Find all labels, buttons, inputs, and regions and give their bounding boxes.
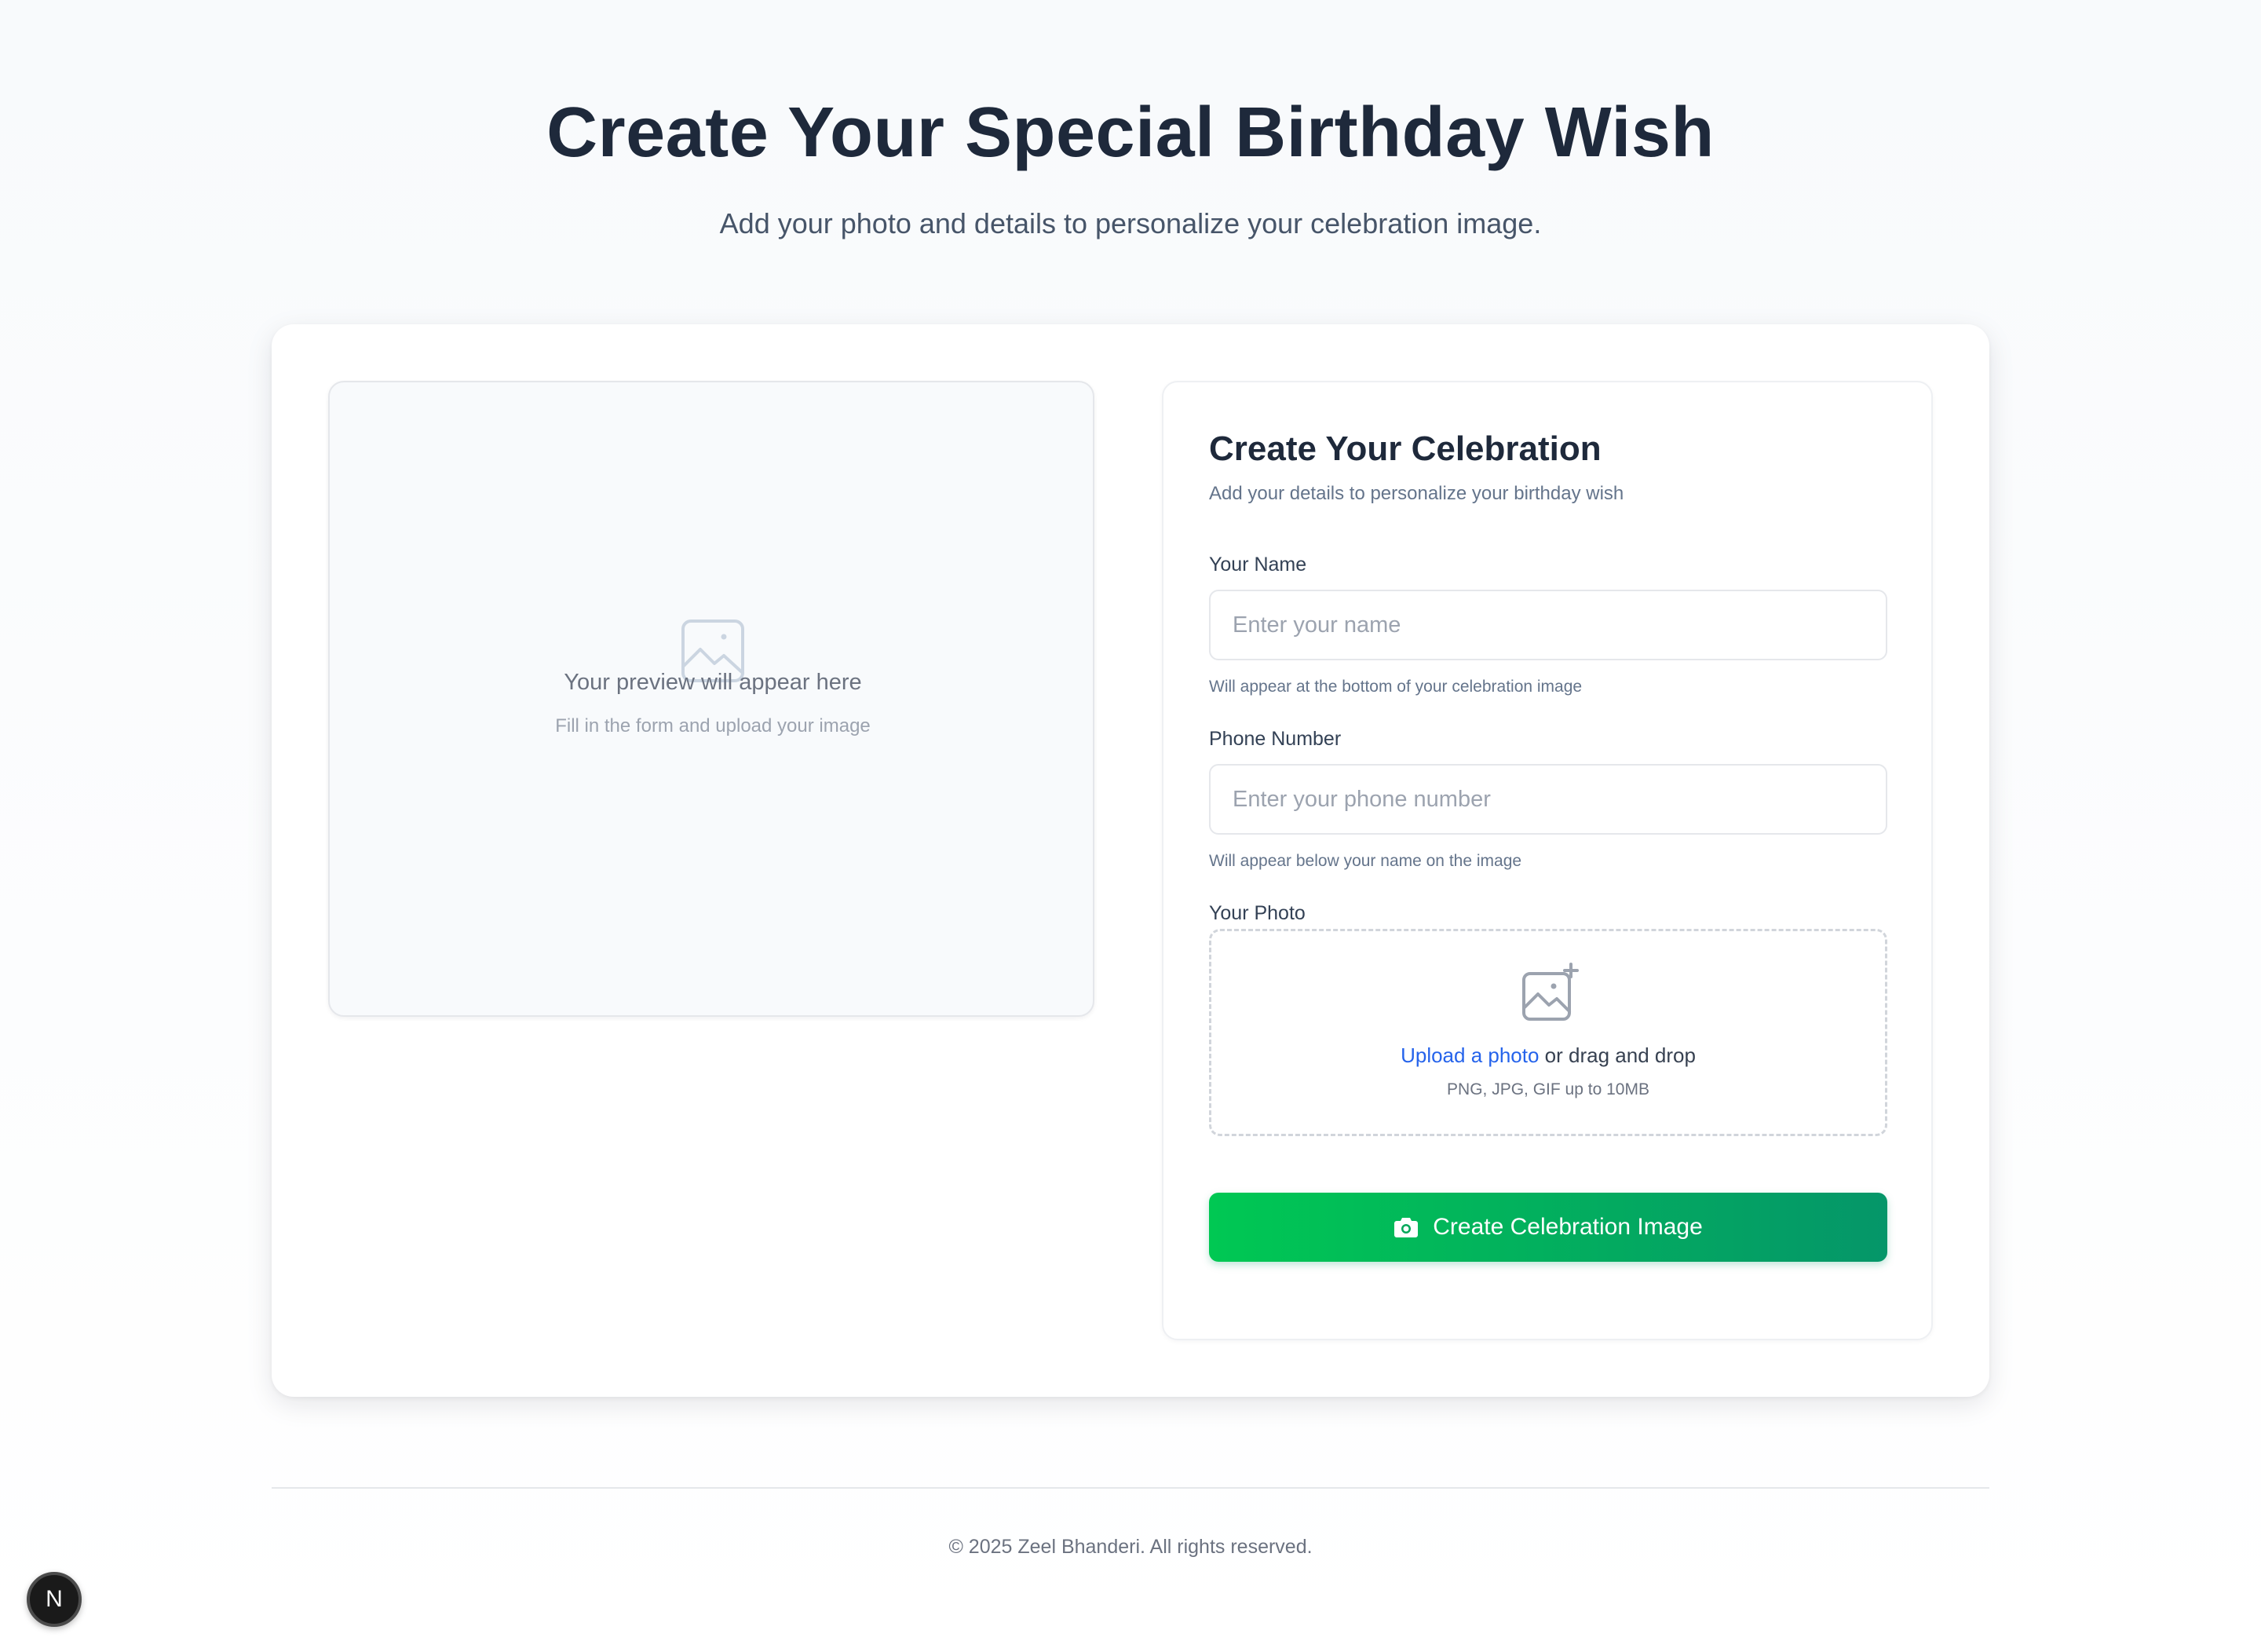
dev-tools-badge[interactable]: N (27, 1572, 82, 1627)
preview-title: Your preview will appear here (564, 670, 862, 695)
file-type-note: PNG, JPG, GIF up to 10MB (1447, 1080, 1649, 1098)
page-subtitle: Add your photo and details to personaliz… (719, 206, 1542, 239)
upload-photo-link[interactable]: Upload a photo (1401, 1043, 1539, 1067)
name-label: Your Name (1209, 554, 1307, 576)
form-title: Create Your Celebration (1209, 429, 1602, 468)
page-title: Create Your Special Birthday Wish (546, 93, 1715, 172)
upload-instructions: Upload a photo or drag and drop (1211, 1043, 1885, 1068)
phone-label: Phone Number (1209, 728, 1342, 750)
celebration-form: Create Your Celebration Add your details… (1162, 381, 1933, 1340)
form-subtitle: Add your details to personalize your bir… (1209, 483, 1624, 504)
dev-badge-letter: N (46, 1586, 63, 1612)
page: Create Your Special Birthday Wish Add yo… (0, 0, 2261, 1652)
photo-dropzone[interactable]: Upload a photo or drag and drop PNG, JPG… (1209, 929, 1887, 1136)
phone-input[interactable] (1209, 764, 1887, 835)
main-card: Your preview will appear here Fill in th… (272, 324, 1989, 1397)
photo-label: Your Photo (1209, 902, 1306, 924)
image-preview-panel: Your preview will appear here Fill in th… (328, 381, 1094, 1017)
create-celebration-button[interactable]: Create Celebration Image (1209, 1193, 1887, 1262)
name-hint: Will appear at the bottom of your celebr… (1209, 678, 1583, 696)
camera-icon (1394, 1218, 1419, 1237)
name-input[interactable] (1209, 590, 1887, 660)
phone-hint: Will appear below your name on the image (1209, 852, 1522, 870)
image-add-icon (1521, 963, 1580, 1022)
footer-copyright: © 2025 Zeel Bhanderi. All rights reserve… (948, 1536, 1313, 1558)
footer-divider (272, 1487, 1989, 1489)
create-celebration-label: Create Celebration Image (1433, 1214, 1703, 1240)
drag-drop-text: or drag and drop (1539, 1043, 1696, 1067)
preview-subtitle: Fill in the form and upload your image (555, 715, 871, 736)
hero: Create Your Special Birthday Wish Add yo… (0, 93, 2261, 240)
